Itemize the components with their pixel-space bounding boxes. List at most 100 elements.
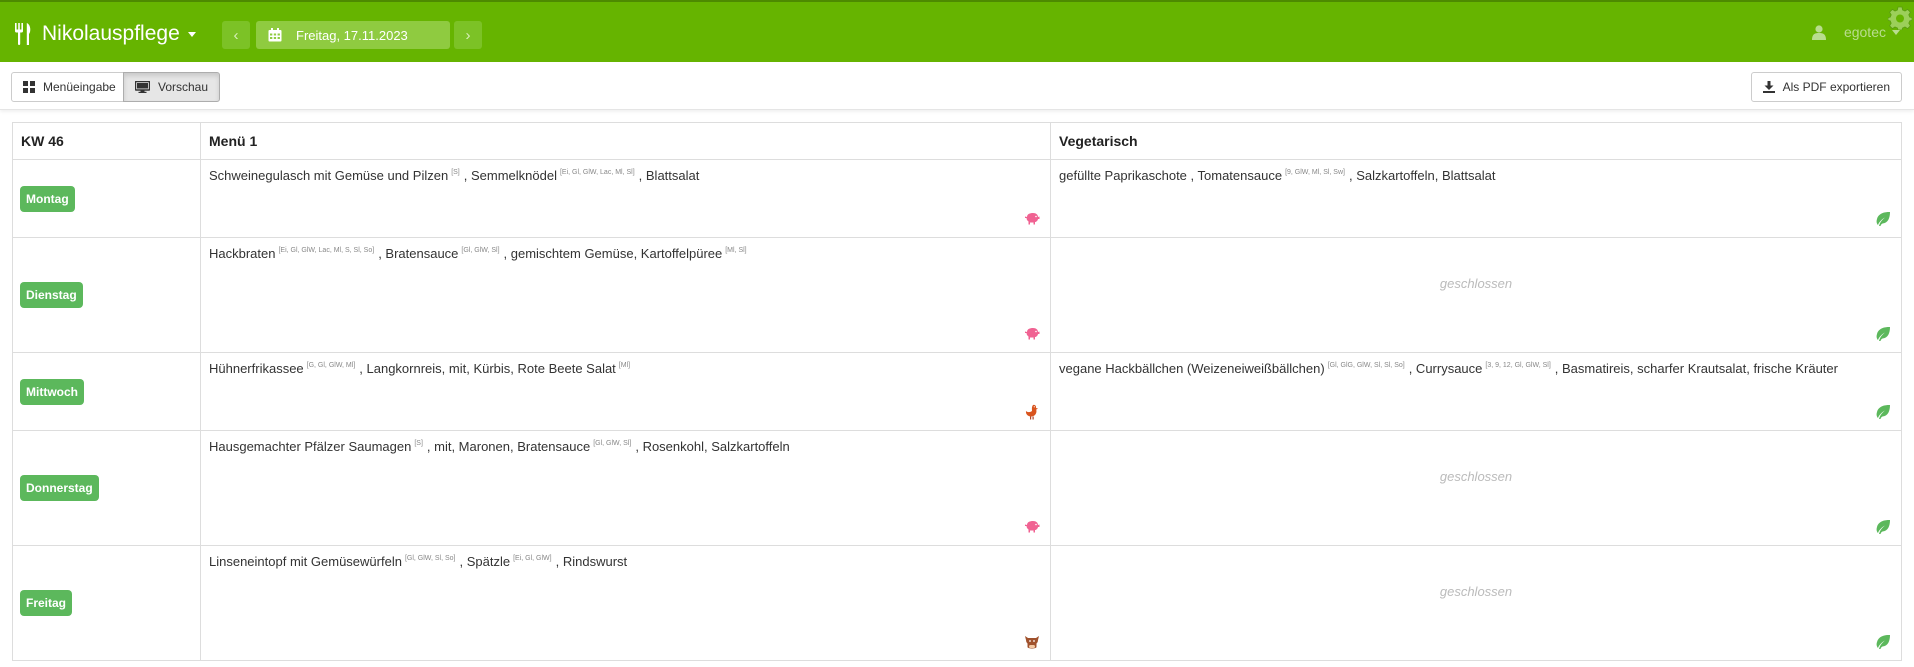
grid-icon bbox=[23, 81, 35, 93]
allergen-codes: [Ei, Gl, GlW, Lac, Ml, S, Sl, So] bbox=[278, 247, 375, 254]
chevron-right-icon: › bbox=[465, 26, 471, 44]
weekly-menu-table: KW 46 Menü 1 Vegetarisch Montag Schweineg… bbox=[12, 122, 1902, 661]
vegetarian-cell[interactable]: vegane Hackbällchen (Weizeneiweißbällche… bbox=[1050, 352, 1902, 431]
dish-text: vegane Hackbällchen (Weizeneiweißbällche… bbox=[1059, 361, 1325, 376]
dish-text: , Basmatireis, scharfer Krautsalat, fris… bbox=[1554, 361, 1838, 376]
chicken-icon bbox=[1025, 404, 1038, 420]
current-date: Freitag, 17.11.2023 bbox=[296, 27, 408, 43]
dish-text: Linseneintopf mit Gemüsewürfeln bbox=[209, 554, 402, 569]
preview-button[interactable]: Vorschau bbox=[123, 72, 221, 102]
dish-text: , Bratensauce bbox=[378, 246, 459, 261]
chevron-down-icon bbox=[1892, 29, 1900, 35]
day-badge: Freitag bbox=[20, 590, 73, 616]
day-cell: Freitag bbox=[12, 545, 201, 661]
allergen-codes: [Ei, Gl, GlW] bbox=[513, 555, 552, 562]
day-badge: Montag bbox=[20, 185, 75, 212]
dish-text: Hausgemachter Pfälzer Saumagen bbox=[209, 439, 412, 454]
table-row: Mittwoch Hühnerfrikassee [G, Gl, GlW, Ml],… bbox=[12, 352, 1902, 431]
dish-text: , Currysauce bbox=[1408, 361, 1483, 376]
allergen-codes: [Gl, GlW, Sl] bbox=[593, 440, 632, 447]
week-header: KW 46 bbox=[12, 122, 201, 160]
dish-text: , Salzkartoffeln, Blattsalat bbox=[1348, 168, 1496, 183]
gear-icon[interactable] bbox=[1888, 6, 1912, 30]
dish-text: , Blattsalat bbox=[638, 168, 700, 183]
dish-text: Hühnerfrikassee bbox=[209, 361, 304, 376]
dish-text: Schweinegulasch mit Gemüse und Pilzen bbox=[209, 168, 449, 183]
dish-text: Hackbraten bbox=[209, 246, 276, 261]
day-cell: Dienstag bbox=[12, 237, 201, 353]
menu-table-body: Montag Schweinegulasch mit Gemüse und Pil… bbox=[12, 159, 1902, 661]
menu-input-button[interactable]: Menüeingabe bbox=[11, 72, 128, 102]
day-badge: Donnerstag bbox=[20, 475, 99, 501]
export-pdf-label: Als PDF exportieren bbox=[1782, 80, 1890, 94]
cow-icon bbox=[1025, 636, 1039, 649]
monitor-icon bbox=[135, 81, 150, 93]
leaf-icon bbox=[1876, 326, 1890, 341]
menu1-cell[interactable]: Schweinegulasch mit Gemüse und Pilzen [S]… bbox=[200, 159, 1051, 238]
table-row: Dienstag Hackbraten [Ei, Gl, GlW, Lac, Ml,… bbox=[12, 237, 1902, 353]
location-dropdown[interactable]: Nikolauspflege bbox=[14, 20, 196, 48]
cutlery-icon bbox=[15, 23, 31, 45]
leaf-icon bbox=[1876, 404, 1890, 419]
chevron-left-icon: ‹ bbox=[233, 26, 239, 44]
allergen-codes: [Gl, GlW, Sl] bbox=[461, 247, 500, 254]
dish-text: , Semmelknödel bbox=[463, 168, 557, 183]
brand-title: Nikolauspflege bbox=[42, 22, 180, 45]
allergen-codes: [Ml] bbox=[618, 362, 631, 369]
day-badge: Mittwoch bbox=[20, 378, 84, 405]
user-icon bbox=[1811, 24, 1826, 40]
allergen-codes: [3, 9, 12, Gl, GlW, Sl] bbox=[1485, 362, 1551, 369]
chevron-down-icon bbox=[187, 31, 196, 37]
day-cell: Mittwoch bbox=[12, 352, 201, 431]
leaf-icon bbox=[1876, 211, 1890, 226]
vegetarian-header: Vegetarisch bbox=[1050, 122, 1902, 160]
leaf-icon bbox=[1876, 634, 1890, 649]
menu-input-label: Menüeingabe bbox=[43, 80, 116, 94]
download-icon bbox=[1762, 81, 1775, 93]
next-day-button[interactable]: › bbox=[454, 21, 482, 49]
date-picker[interactable]: Freitag, 17.11.2023 bbox=[256, 21, 450, 49]
previous-day-button[interactable]: ‹ bbox=[222, 21, 250, 49]
allergen-codes: [G, Gl, GlW, Ml] bbox=[306, 362, 356, 369]
allergen-codes: [S] bbox=[451, 169, 460, 176]
pig-icon bbox=[1025, 521, 1040, 533]
allergen-codes: [Gl, GlW, Sl, So] bbox=[404, 555, 456, 562]
allergen-codes: [Ml, Sl] bbox=[725, 247, 747, 254]
pig-icon bbox=[1025, 328, 1040, 340]
menu1-header: Menü 1 bbox=[200, 122, 1051, 160]
user-menu[interactable]: egotec bbox=[1811, 24, 1900, 40]
leaf-icon bbox=[1876, 519, 1890, 534]
allergen-codes: [9, GlW, Ml, Sl, Sw] bbox=[1285, 169, 1345, 176]
dish-text: , Spätzle bbox=[459, 554, 511, 569]
table-row: Freitag Linseneintopf mit Gemüsewürfeln [G… bbox=[12, 545, 1902, 661]
menu1-cell[interactable]: Hackbraten [Ei, Gl, GlW, Lac, Ml, S, Sl, … bbox=[200, 237, 1051, 353]
allergen-codes: [S] bbox=[414, 440, 423, 447]
dish-text: gefüllte Paprikaschote bbox=[1059, 168, 1187, 183]
menu1-cell[interactable]: Hausgemachter Pfälzer Saumagen [S], mit, … bbox=[200, 430, 1051, 546]
closed-label: geschlossen bbox=[1439, 468, 1513, 484]
dish-text: , mit, Maronen, Bratensauce bbox=[426, 439, 591, 454]
menu1-cell[interactable]: Hühnerfrikassee [G, Gl, GlW, Ml], Langkor… bbox=[200, 352, 1051, 431]
dish-text: , Rindswurst bbox=[555, 554, 628, 569]
table-row: Donnerstag Hausgemachter Pfälzer Saumagen… bbox=[12, 430, 1902, 546]
dish-text: , Langkornreis, mit, Kürbis, Rote Beete … bbox=[359, 361, 616, 376]
dish-text: , Rosenkohl, Salzkartoffeln bbox=[635, 439, 790, 454]
vegetarian-cell[interactable]: gefüllte Paprikaschote , Tomatensauce [9,… bbox=[1050, 159, 1902, 238]
day-cell: Donnerstag bbox=[12, 430, 201, 546]
pig-icon bbox=[1025, 213, 1040, 225]
day-cell: Montag bbox=[12, 159, 201, 238]
vegetarian-cell[interactable]: geschlossen bbox=[1050, 430, 1902, 546]
table-header-row: KW 46 Menü 1 Vegetarisch bbox=[12, 122, 1902, 160]
preview-label: Vorschau bbox=[158, 80, 209, 94]
day-badge: Dienstag bbox=[20, 282, 83, 308]
vegetarian-cell[interactable]: geschlossen bbox=[1050, 545, 1902, 661]
vegetarian-cell[interactable]: geschlossen bbox=[1050, 237, 1902, 353]
top-navbar: Nikolauspflege ‹ Freitag, 17.11.2023 › e… bbox=[0, 0, 1914, 62]
view-toolbar: Menüeingabe Vorschau Als PDF exportieren bbox=[0, 62, 1914, 110]
allergen-codes: [Gl, GlG, GlW, Sl, Sl, So] bbox=[1327, 362, 1405, 369]
dish-text: , gemischtem Gemüse, Kartoffelpüree bbox=[503, 246, 723, 261]
menu1-cell[interactable]: Linseneintopf mit Gemüsewürfeln [Gl, GlW,… bbox=[200, 545, 1051, 661]
allergen-codes: [Ei, Gl, GlW, Lac, Ml, Sl] bbox=[559, 169, 635, 176]
calendar-icon bbox=[268, 28, 282, 42]
export-pdf-button[interactable]: Als PDF exportieren bbox=[1750, 72, 1902, 102]
